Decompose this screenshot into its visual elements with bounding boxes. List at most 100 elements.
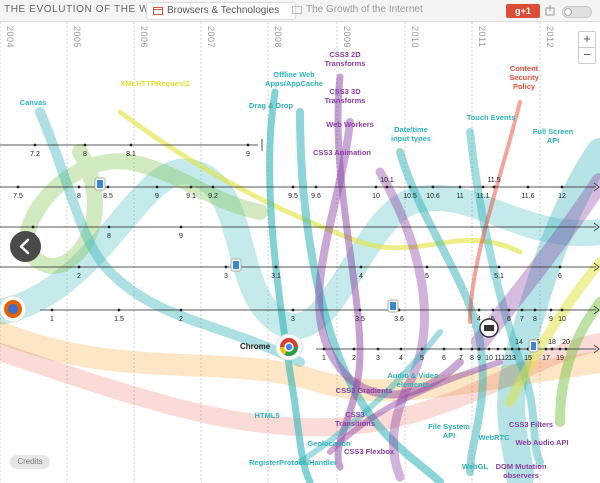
feature-label[interactable]: CSS3 3D Transforms: [325, 87, 366, 105]
version-point[interactable]: [442, 347, 446, 351]
version-point[interactable]: [274, 265, 278, 269]
evolution-visualization[interactable]: 2004 2005 2006 2007 2008 2009 2010 2011 2012 7.2…: [0, 22, 600, 483]
version-point[interactable]: [211, 185, 215, 189]
feature-label[interactable]: Date/time input types: [391, 125, 431, 143]
version-point[interactable]: [189, 185, 193, 189]
version-point[interactable]: [458, 185, 462, 189]
version-point[interactable]: [291, 185, 295, 189]
firefox-icon[interactable]: [0, 295, 27, 323]
version-point[interactable]: [155, 185, 159, 189]
version-point[interactable]: [16, 185, 20, 189]
version-point[interactable]: [106, 185, 110, 189]
version-point[interactable]: [33, 143, 37, 147]
version-point[interactable]: [560, 185, 564, 189]
version-point[interactable]: [425, 265, 429, 269]
version-point[interactable]: [503, 347, 507, 351]
android-icon[interactable]: [479, 318, 499, 338]
feature-label[interactable]: Web Audio API: [515, 438, 568, 447]
version-point[interactable]: [550, 347, 554, 351]
toggle-switch[interactable]: [562, 6, 592, 18]
safari-icon[interactable]: [230, 258, 242, 272]
feature-label[interactable]: Drag & Drop: [249, 101, 294, 110]
version-point[interactable]: [560, 308, 564, 312]
feature-label[interactable]: Web Workers: [326, 120, 374, 129]
feature-label[interactable]: CSS3 Filters: [509, 420, 553, 429]
version-point[interactable]: [558, 265, 562, 269]
version-point[interactable]: [376, 347, 380, 351]
version-point[interactable]: [179, 225, 183, 229]
feature-label[interactable]: CSS3 Animation: [313, 148, 371, 157]
version-point[interactable]: [477, 308, 481, 312]
version-point[interactable]: [481, 185, 485, 189]
feature-label[interactable]: HTML5: [255, 411, 280, 420]
feature-label[interactable]: Touch Events: [467, 113, 516, 122]
version-point[interactable]: [477, 347, 481, 351]
version-point[interactable]: [352, 347, 356, 351]
feature-label[interactable]: Full Screen API: [533, 127, 574, 145]
zoom-out-button[interactable]: −: [578, 47, 596, 64]
version-point[interactable]: [564, 347, 568, 351]
feature-label[interactable]: CSS3 Gradients: [336, 386, 393, 395]
version-point[interactable]: [107, 225, 111, 229]
version-point[interactable]: [374, 185, 378, 189]
feature-label[interactable]: File System API: [428, 422, 470, 440]
chrome-icon[interactable]: [275, 333, 303, 361]
version-point[interactable]: [497, 265, 501, 269]
version-point[interactable]: [291, 308, 295, 312]
feature-label[interactable]: DOM Mutation observers: [496, 462, 547, 480]
version-point[interactable]: [491, 308, 495, 312]
feature-label[interactable]: CSS3 2D Transforms: [325, 50, 366, 68]
version-point[interactable]: [385, 185, 389, 189]
share-icon[interactable]: [545, 5, 555, 16]
version-point[interactable]: [507, 308, 511, 312]
zoom-in-button[interactable]: +: [578, 31, 596, 48]
feature-label[interactable]: XMLHTTPRequest2: [120, 79, 189, 88]
version-point[interactable]: [470, 347, 474, 351]
version-point[interactable]: [179, 308, 183, 312]
opera-icon[interactable]: [387, 299, 399, 313]
version-point[interactable]: [399, 347, 403, 351]
feature-label[interactable]: Offline Web Apps/AppCache: [265, 70, 323, 88]
version-point[interactable]: [496, 347, 500, 351]
version-point[interactable]: [77, 265, 81, 269]
feature-label[interactable]: CSS3 Flexbox: [344, 447, 395, 456]
version-point[interactable]: [77, 185, 81, 189]
version-point[interactable]: [431, 185, 435, 189]
version-point[interactable]: [510, 347, 514, 351]
version-point[interactable]: [549, 308, 553, 312]
version-point[interactable]: [246, 143, 250, 147]
version-point[interactable]: [544, 347, 548, 351]
google-plus-one-button[interactable]: g+1: [506, 4, 540, 18]
back-button[interactable]: [10, 231, 41, 262]
version-point[interactable]: [487, 347, 491, 351]
version-point[interactable]: [408, 185, 412, 189]
version-point[interactable]: [558, 347, 562, 351]
feature-label[interactable]: RegisterProtocalHandler: [249, 458, 337, 467]
mobile-icon[interactable]: [528, 339, 539, 353]
version-point[interactable]: [520, 308, 524, 312]
tab-growth-of-internet[interactable]: The Growth of the Internet: [286, 2, 464, 18]
credits-button[interactable]: Credits: [10, 455, 50, 469]
version-point[interactable]: [129, 143, 133, 147]
version-point[interactable]: [31, 225, 35, 229]
version-point[interactable]: [533, 308, 537, 312]
version-point[interactable]: [314, 185, 318, 189]
version-point[interactable]: [117, 308, 121, 312]
feature-label[interactable]: Content Security Policy: [509, 64, 539, 91]
internet-explorer-icon[interactable]: [94, 177, 106, 191]
version-point[interactable]: [358, 308, 362, 312]
version-point[interactable]: [50, 308, 54, 312]
version-point[interactable]: [224, 265, 228, 269]
version-point[interactable]: [322, 347, 326, 351]
feature-label[interactable]: WebRTC: [478, 433, 510, 442]
version-point[interactable]: [517, 347, 521, 351]
version-point[interactable]: [359, 265, 363, 269]
version-point[interactable]: [83, 143, 87, 147]
tab-browsers-technologies[interactable]: Browsers & Technologies: [146, 2, 296, 20]
version-point[interactable]: [526, 185, 530, 189]
feature-label[interactable]: Canvas: [20, 98, 47, 107]
feature-label[interactable]: WebGL: [462, 462, 489, 471]
version-point[interactable]: [420, 347, 424, 351]
version-point[interactable]: [459, 347, 463, 351]
version-point[interactable]: [492, 185, 496, 189]
